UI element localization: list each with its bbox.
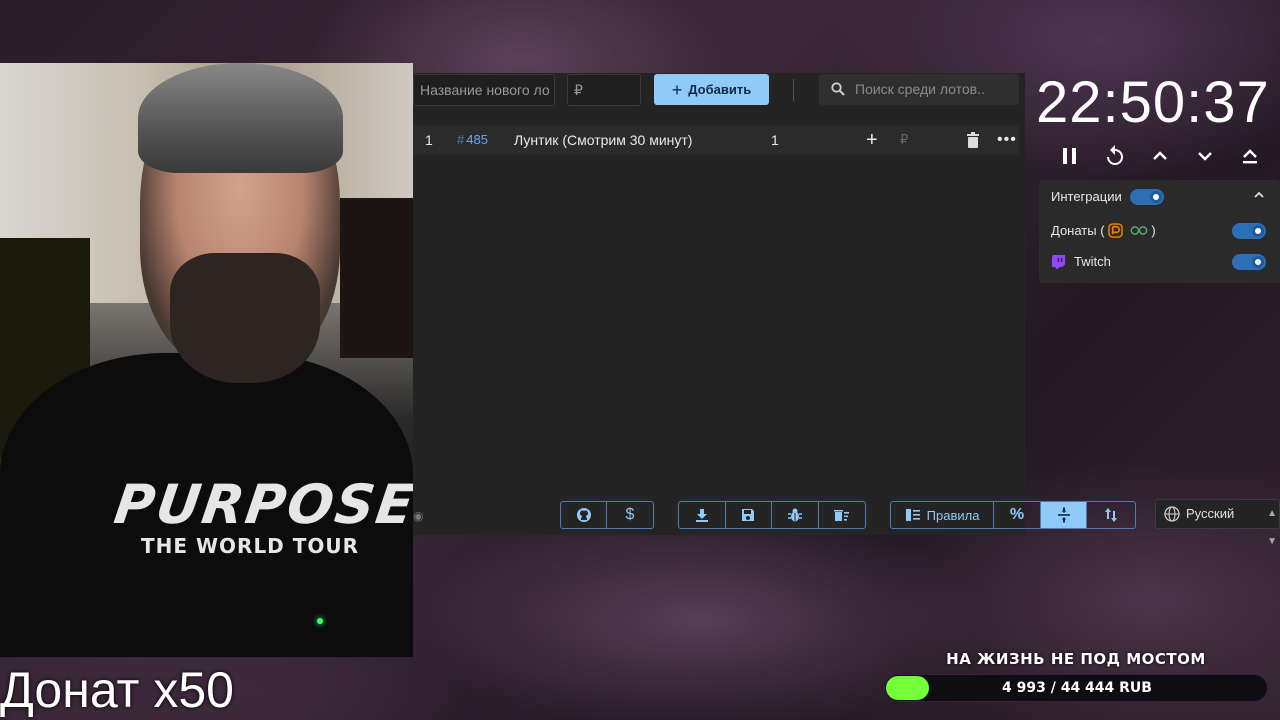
compact-view-button[interactable] xyxy=(1040,502,1088,528)
twitch-integration: Twitch xyxy=(1051,250,1111,274)
integrations-panel: Интеграции Донаты ( ) Twitch xyxy=(1039,180,1280,283)
lot-index: 1 xyxy=(425,132,433,148)
webcam-person-beard xyxy=(170,253,320,383)
webcam-shirt-print: PURPOSE THE WORLD TOUR xyxy=(111,473,413,558)
more-options-icon[interactable]: ••• xyxy=(997,125,1017,155)
search-icon xyxy=(831,82,845,96)
toolbar-divider xyxy=(793,79,794,101)
toggle-knob xyxy=(1150,191,1162,203)
add-time-button[interactable] xyxy=(1148,144,1172,168)
twitch-icon xyxy=(1051,254,1066,269)
chevron-up-icon xyxy=(1254,191,1264,198)
select-arrows-icon: ▲ ▼ xyxy=(1267,508,1277,547)
twitch-label: Twitch xyxy=(1074,254,1111,269)
new-lot-name-input[interactable]: Название нового ло xyxy=(413,74,555,106)
goal-progress-bar: 4 993 / 44 444 RUB xyxy=(884,674,1268,702)
toggle-knob xyxy=(1252,256,1264,268)
links-button-group: $ xyxy=(560,501,654,529)
add-lot-button[interactable]: + Добавить xyxy=(654,74,769,105)
lot-currency-input[interactable]: ₽ xyxy=(900,125,908,155)
globe-icon xyxy=(1164,506,1180,522)
lot-search-placeholder: Поиск среди лотов.. xyxy=(855,81,985,97)
donations-integration: Донаты ( ) xyxy=(1051,219,1156,243)
github-icon xyxy=(576,508,591,522)
pause-button[interactable] xyxy=(1058,144,1082,168)
donate-link-button[interactable]: $ xyxy=(607,502,653,528)
sort-button[interactable] xyxy=(1087,502,1135,528)
dollar-icon: $ xyxy=(625,506,635,523)
new-lot-price-input[interactable]: ₽ xyxy=(567,74,641,106)
percent-icon: % xyxy=(1009,506,1025,523)
add-lot-button-label: Добавить xyxy=(688,82,752,97)
shirt-print-big: PURPOSE xyxy=(110,473,413,536)
delete-sweep-icon xyxy=(833,510,849,521)
infinity-icon xyxy=(1130,226,1148,235)
donationalerts-icon xyxy=(1108,223,1123,238)
swap-vertical-icon xyxy=(1105,508,1118,522)
bug-icon xyxy=(787,508,802,522)
plus-icon: + xyxy=(671,80,683,100)
language-selected: Русский xyxy=(1186,506,1235,521)
donations-toggle[interactable] xyxy=(1232,223,1266,239)
clear-all-button[interactable] xyxy=(819,502,865,528)
lot-id-tag[interactable]: #485 xyxy=(457,125,488,155)
webcam-shelf-figure xyxy=(340,198,413,358)
save-icon xyxy=(742,509,755,521)
subtract-time-button[interactable] xyxy=(1193,144,1217,168)
goal-progress-text: 4 993 / 44 444 RUB xyxy=(1002,680,1152,696)
lot-toolbar: Название нового ло ₽ + Добавить Поиск сре… xyxy=(413,73,1025,107)
twitch-toggle[interactable] xyxy=(1232,254,1266,270)
shirt-print-small: THE WORLD TOUR xyxy=(140,534,360,558)
chevron-up-icon xyxy=(1153,151,1167,160)
github-button[interactable] xyxy=(561,502,607,528)
integrations-title: Интеграции xyxy=(1051,189,1122,204)
toggle-knob xyxy=(1252,225,1264,237)
webcam-led xyxy=(317,618,323,624)
download-icon xyxy=(695,509,708,522)
webcam-feed: PURPOSE THE WORLD TOUR xyxy=(0,63,413,657)
delete-icon[interactable] xyxy=(966,132,980,148)
reset-button[interactable] xyxy=(1103,144,1127,168)
integrations-toggle[interactable] xyxy=(1130,189,1164,205)
lot-row[interactable]: 1 #485 Лунтик (Смотрим 30 минут) 1 + ₽ •… xyxy=(413,125,1019,155)
language-select[interactable]: Русский ▲ ▼ xyxy=(1155,499,1280,547)
percent-view-button[interactable]: % xyxy=(994,502,1041,528)
restart-icon xyxy=(1107,145,1123,165)
rules-button[interactable]: Правила xyxy=(891,502,995,528)
hash-icon: # xyxy=(457,132,465,147)
chevron-down-icon xyxy=(1198,152,1212,161)
rules-icon xyxy=(905,509,920,521)
rules-button-label: Правила xyxy=(926,507,980,523)
webcam-person-hair xyxy=(138,63,343,173)
donations-label-close: ) xyxy=(1151,223,1156,238)
countdown-timer: 22:50:37 xyxy=(1036,70,1270,135)
lot-id: 485 xyxy=(466,132,488,147)
donations-label: Донаты ( xyxy=(1051,223,1105,238)
lot-search-input[interactable]: Поиск среди лотов.. xyxy=(819,74,1019,105)
download-button[interactable] xyxy=(679,502,726,528)
double-time-button[interactable] xyxy=(1238,144,1262,168)
visibility-icon[interactable]: ◉ xyxy=(413,509,425,523)
vertical-align-center-icon xyxy=(1057,507,1070,523)
auction-panel: Название нового ло ₽ + Добавить Поиск сре… xyxy=(413,73,1136,535)
pause-icon xyxy=(1063,148,1076,164)
lot-add-amount-button[interactable]: + xyxy=(866,125,878,155)
data-button-group xyxy=(678,501,866,529)
collapse-button[interactable] xyxy=(1252,188,1266,202)
eject-icon xyxy=(1243,149,1257,164)
view-button-group: Правила % xyxy=(890,501,1136,529)
bug-report-button[interactable] xyxy=(772,502,819,528)
lot-amount[interactable]: 1 xyxy=(771,125,779,155)
donate-multiplier-label: Донат x50 xyxy=(0,662,234,718)
goal-title: НА ЖИЗНЬ НЕ ПОД МОСТОМ xyxy=(946,650,1206,668)
save-button[interactable] xyxy=(726,502,772,528)
lot-name[interactable]: Лунтик (Смотрим 30 минут) xyxy=(514,125,692,155)
